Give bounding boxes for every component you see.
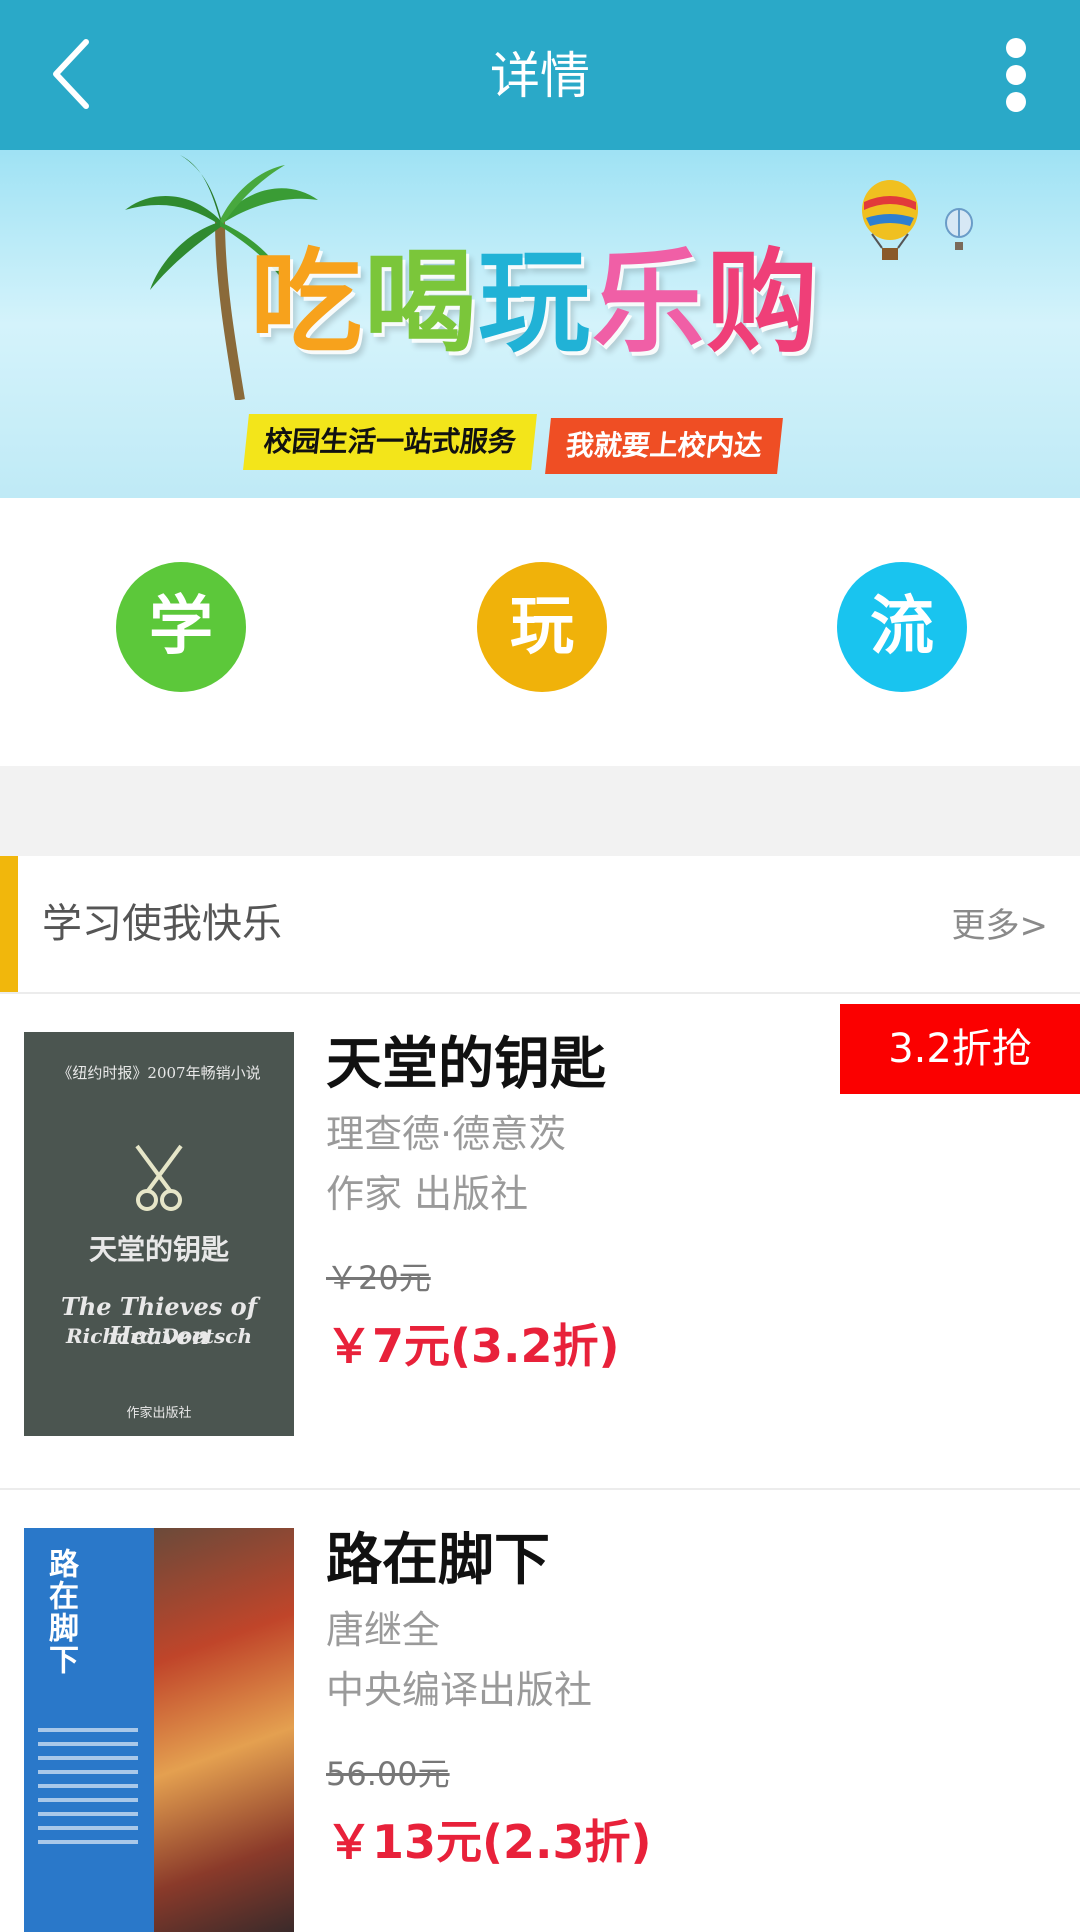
sale-price: ￥13元(2.3折) [326, 1815, 652, 1869]
more-dot [1006, 65, 1026, 85]
more-dot [1006, 92, 1026, 112]
section-divider [0, 766, 1080, 856]
book-card[interactable]: 《纽约时报》2007年畅销小说 天堂的钥匙 The Thieves of Hea… [0, 994, 1080, 1490]
book-author: 理查德·德意茨 [326, 1112, 567, 1156]
category-play-button[interactable]: 玩 [477, 562, 607, 692]
cover-english-author: Richard Doetsch [65, 1324, 252, 1348]
book-cover: 路在脚下 [24, 1528, 294, 1932]
banner-char: 购 [706, 238, 820, 368]
book-title: 天堂的钥匙 [326, 1032, 606, 1097]
book-cover: 《纽约时报》2007年畅销小说 天堂的钥匙 The Thieves of Hea… [24, 1032, 294, 1436]
discount-badge[interactable]: 3.2折抢 [840, 1004, 1080, 1094]
section-accent-bar [0, 856, 18, 992]
book-author: 唐继全 [326, 1608, 441, 1652]
book-title: 路在脚下 [326, 1528, 550, 1593]
sale-price: ￥7元(3.2折) [326, 1319, 620, 1373]
more-link[interactable]: 更多> [952, 902, 1049, 950]
category-learn-button[interactable]: 学 [116, 562, 246, 692]
category-flow-button[interactable]: 流 [837, 562, 967, 692]
balloon-icon [862, 180, 918, 260]
banner-slogan-left: 校园生活一站式服务 [243, 414, 537, 470]
section-header: 学习使我快乐 更多> [0, 856, 1080, 994]
keys-icon [135, 1144, 183, 1211]
banner-char: 玩 [478, 238, 592, 368]
cover-publisher: 作家出版社 [126, 1406, 192, 1421]
category-row: 学 玩 流 [0, 498, 1080, 766]
book-publisher: 中央编译出版社 [326, 1668, 593, 1712]
cover-lines [38, 1728, 138, 1848]
cover-title: 路在脚下 [43, 1548, 78, 1676]
original-price: ￥20元 [326, 1259, 431, 1297]
banner-char: 吃 [250, 238, 364, 368]
more-options-button[interactable] [980, 30, 1050, 120]
banner-headline: 吃喝玩乐购 [250, 238, 820, 368]
top-bar: 详情 [0, 0, 1080, 150]
section-title: 学习使我快乐 [42, 901, 282, 947]
banner-char: 喝 [364, 238, 478, 368]
banner-char: 乐 [592, 238, 706, 368]
more-vertical-icon [1006, 38, 1026, 58]
banner-slogan-right: 我就要上校内达 [545, 418, 783, 474]
book-card[interactable]: 路在脚下 路在脚下 唐继全 中央编译出版社 56.00元 ￥13元(2.3折) [0, 1490, 1080, 1932]
page-title: 详情 [490, 47, 590, 105]
cover-title: 天堂的钥匙 [88, 1233, 229, 1266]
cover-tagline: 《纽约时报》2007年畅销小说 [57, 1064, 261, 1082]
original-price: 56.00元 [326, 1755, 450, 1793]
cover-photo [154, 1528, 294, 1932]
small-balloon-icon [945, 208, 973, 250]
book-publisher: 作家 出版社 [326, 1172, 529, 1216]
promo-banner[interactable]: 吃喝玩乐购 校园生活一站式服务 我就要上校内达 [0, 150, 1080, 498]
